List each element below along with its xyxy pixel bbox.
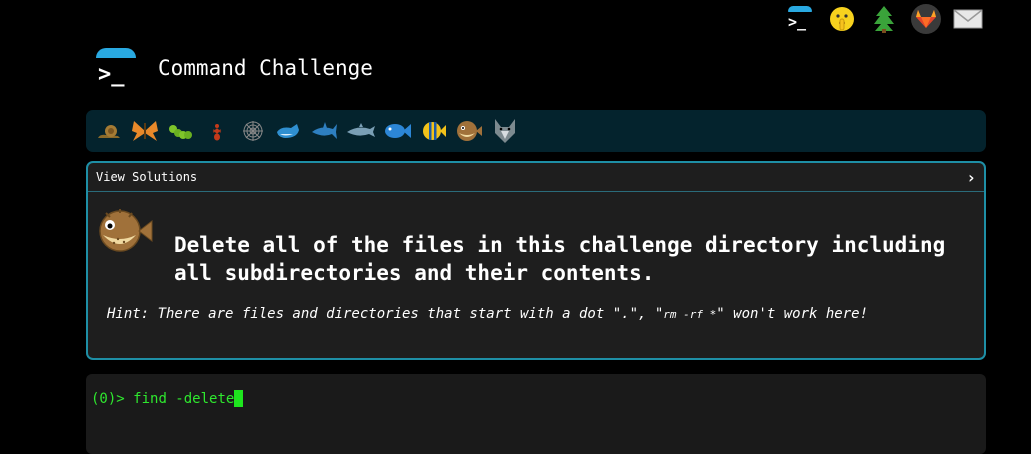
wolf-icon[interactable] <box>490 116 520 146</box>
shush-face-icon[interactable] <box>827 4 857 34</box>
challenge-hint: Hint: There are files and directories th… <box>107 306 868 322</box>
page-title: Command Challenge <box>158 56 373 80</box>
snail-icon[interactable] <box>94 116 124 146</box>
challenge-description: Delete all of the files in this challeng… <box>174 233 946 285</box>
tree-icon[interactable] <box>869 4 899 34</box>
ant-icon[interactable] <box>202 116 232 146</box>
whale-icon[interactable] <box>274 116 304 146</box>
challenge-panel: View Solutions › Delete all of the files… <box>86 161 986 360</box>
dolphin-icon[interactable] <box>346 116 376 146</box>
command-challenge-logo[interactable]: >_ <box>96 48 136 88</box>
spider-web-icon[interactable] <box>238 116 268 146</box>
view-solutions-toggle[interactable]: View Solutions › <box>88 163 984 192</box>
terminal-cursor <box>234 390 244 407</box>
top-icon-bar: >_ <box>785 4 983 34</box>
terminal[interactable]: (0)> find -delete <box>86 374 986 454</box>
pufferfish-icon <box>96 207 154 259</box>
shark-icon[interactable] <box>310 116 340 146</box>
chevron-right-icon: › <box>966 167 976 187</box>
mail-icon[interactable] <box>953 4 983 34</box>
hint-text: Hint: There are files and directories th… <box>107 306 664 322</box>
pufferfish-icon[interactable] <box>454 116 484 146</box>
hint-text-end: " won't work here! <box>716 306 868 322</box>
terminal-icon[interactable]: >_ <box>785 4 815 34</box>
level-selector-bar <box>86 110 986 152</box>
view-solutions-label: View Solutions <box>96 170 198 184</box>
gitlab-icon[interactable] <box>911 4 941 34</box>
fish-icon[interactable] <box>382 116 412 146</box>
butterfly-icon[interactable] <box>130 116 160 146</box>
terminal-input[interactable]: find -delete <box>133 391 234 407</box>
hint-code: rm -rf * <box>663 308 717 321</box>
tropical-fish-icon[interactable] <box>418 116 448 146</box>
site-header: >_ Command Challenge <box>96 48 373 88</box>
terminal-prompt: (0)> <box>91 390 134 407</box>
terminal-input-line[interactable]: (0)> find -delete <box>91 390 244 407</box>
caterpillar-icon[interactable] <box>166 116 196 146</box>
